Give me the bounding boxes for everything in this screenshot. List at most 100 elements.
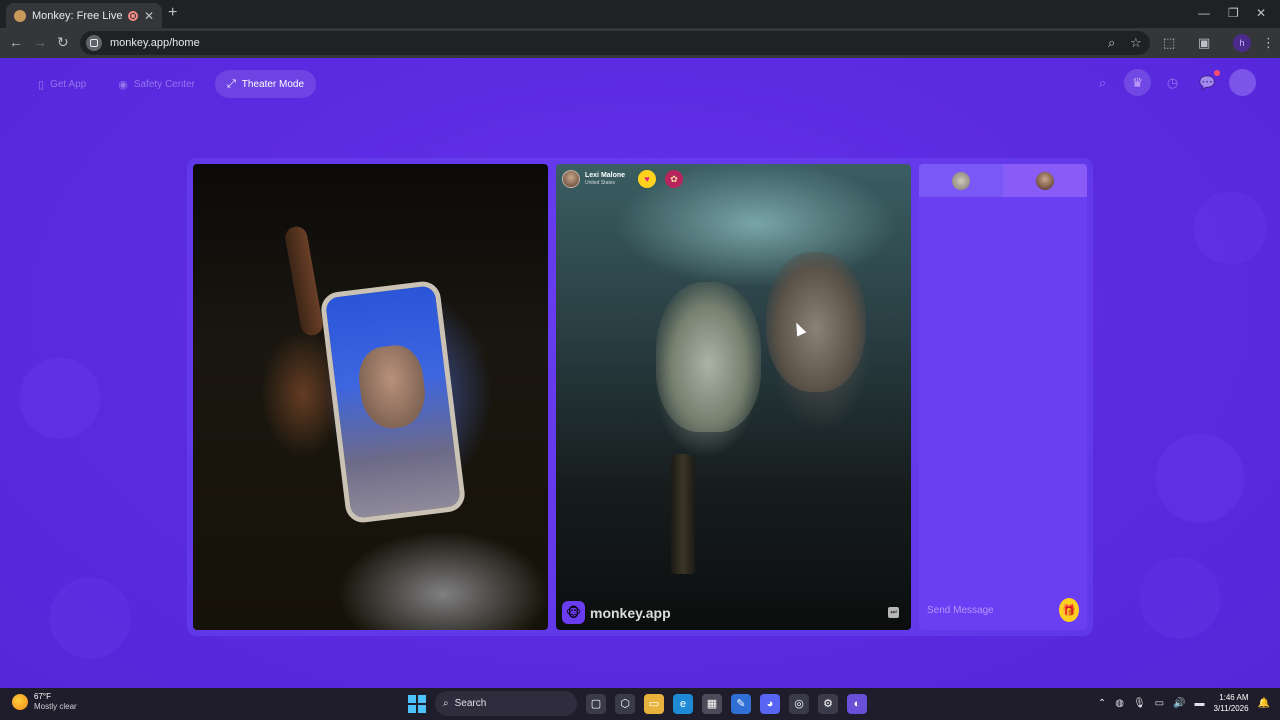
shield-icon: ◉: [118, 78, 128, 91]
phone-icon: ▯: [38, 78, 45, 91]
system-tray: ⌃ ◍ 🎙 ▭ 🔊 ▬ 1:46 AM 3/11/2026 🔔: [1098, 692, 1270, 714]
url-text: monkey.app/home: [110, 37, 200, 49]
visual-studio-icon[interactable]: ✎: [731, 693, 751, 714]
reload-icon[interactable]: ↻: [57, 34, 69, 51]
weather-icon: [12, 694, 28, 710]
local-video-phone-face: [355, 342, 429, 432]
history-icon[interactable]: ◷: [1159, 69, 1186, 96]
taskbar-search[interactable]: ⌕ Search: [435, 691, 577, 716]
clock[interactable]: 1:46 AM 3/11/2026: [1214, 692, 1249, 714]
safety-center-button[interactable]: ◉ Safety Center: [106, 70, 207, 98]
security-icon[interactable]: ◍: [1115, 698, 1124, 709]
search-icon[interactable]: ⌕: [1089, 69, 1116, 96]
chat-panel: 🎁: [919, 164, 1087, 630]
remote-user-name: Lexi Malone: [585, 171, 626, 179]
expand-icon: ⤢: [226, 77, 236, 90]
heart-icon[interactable]: ♥: [638, 170, 657, 188]
taskbar-apps: ⌕ Search ▢ ⬡ ▭ e ▦ ✎ ◕ ◎ ⚙ ◐: [408, 691, 867, 716]
tab-search-icon[interactable]: ▣: [1198, 35, 1210, 51]
chrome-icon[interactable]: ◎: [789, 693, 809, 714]
back-icon[interactable]: ←: [9, 34, 23, 50]
chevron-up-icon[interactable]: ⌃: [1098, 698, 1106, 709]
app-icon[interactable]: ◐: [847, 693, 867, 714]
skip-icon[interactable]: ⏭: [888, 607, 899, 618]
self-avatar: [952, 171, 970, 190]
site-info-icon[interactable]: [86, 35, 102, 51]
chat-icon[interactable]: 💬: [1194, 69, 1221, 96]
task-view-icon[interactable]: ▢: [586, 693, 606, 714]
local-video: [193, 164, 548, 630]
chat-input-row: 🎁: [919, 590, 1087, 630]
network-icon[interactable]: ▭: [1155, 698, 1164, 709]
browser-tabbar: Monkey: Free Live Video Ch ✕ + — ❐ ✕: [0, 0, 1280, 28]
zoom-icon[interactable]: ⌕: [1108, 35, 1115, 51]
new-tab-button[interactable]: +: [168, 4, 177, 22]
remote-video: Lexi Malone United States ♥ ✿ 🐵 monkey.a…: [556, 164, 911, 630]
minimize-icon[interactable]: —: [1198, 6, 1210, 20]
local-video-phone: [319, 279, 467, 525]
safety-center-label: Safety Center: [133, 78, 195, 90]
remote-user-country: United States: [585, 179, 616, 186]
weather-description: Mostly clear: [34, 702, 77, 711]
recording-icon: [127, 10, 138, 21]
forward-icon[interactable]: →: [33, 34, 47, 50]
chat-tab-self[interactable]: [919, 164, 1003, 197]
video-stage: Lexi Malone United States ♥ ✿ 🐵 monkey.a…: [187, 158, 1093, 636]
remote-user-info[interactable]: Lexi Malone United States ♥ ✿: [562, 170, 684, 188]
top-nav: ▯ Get App ◉ Safety Center ⤢ Theater Mode: [26, 70, 317, 98]
notifications-icon[interactable]: 🔔: [1258, 698, 1270, 709]
edge-icon[interactable]: e: [673, 693, 693, 714]
steam-icon[interactable]: ⚙: [818, 693, 838, 714]
address-bar[interactable]: monkey.app/home: [80, 31, 1150, 55]
remote-avatar: [1036, 171, 1054, 190]
watermark-text: monkey.app: [590, 604, 671, 621]
windows-start-icon[interactable]: [408, 694, 426, 713]
flower-icon[interactable]: ✿: [665, 170, 684, 188]
clock-date: 3/11/2026: [1213, 704, 1249, 713]
theater-mode-button[interactable]: ⤢ Theater Mode: [214, 70, 317, 98]
windows-taskbar: 67°F Mostly clear ⌕ Search ▢ ⬡ ▭ e ▦ ✎ ◕…: [0, 688, 1280, 720]
store-icon[interactable]: ▦: [702, 693, 722, 714]
get-app-label: Get App: [50, 78, 87, 90]
profile-avatar-icon[interactable]: h: [1233, 34, 1251, 52]
tab-close-icon[interactable]: ✕: [144, 9, 154, 23]
theater-mode-label: Theater Mode: [241, 78, 305, 90]
extensions-icon[interactable]: ⬚: [1163, 35, 1175, 51]
clock-time: 1:46 AM: [1219, 693, 1249, 702]
get-app-button[interactable]: ▯ Get App: [26, 70, 98, 98]
battery-icon[interactable]: ▬: [1195, 698, 1205, 709]
monkey-favicon-icon: [14, 9, 26, 22]
chat-tab-remote[interactable]: [1003, 164, 1087, 197]
monkey-logo-icon: 🐵: [562, 601, 585, 624]
volume-icon[interactable]: 🔊: [1173, 698, 1185, 709]
file-explorer-icon[interactable]: ▭: [644, 693, 664, 714]
remote-user-avatar[interactable]: [562, 170, 580, 188]
widgets-icon[interactable]: ⬡: [615, 693, 635, 714]
chat-tabs: [919, 164, 1087, 197]
weather-widget[interactable]: 67°F Mostly clear: [12, 692, 77, 712]
remote-video-person-left: [656, 282, 761, 432]
monkey-watermark: 🐵 monkey.app: [562, 601, 671, 624]
weather-temperature: 67°F: [34, 692, 51, 701]
bookmark-star-icon[interactable]: ☆: [1130, 35, 1142, 51]
browser-tab[interactable]: Monkey: Free Live Video Ch ✕: [6, 3, 162, 28]
notification-dot: [1214, 70, 1220, 76]
tab-title: Monkey: Free Live Video Ch: [32, 9, 122, 22]
top-right-actions: ⌕ ♛ ◷ 💬: [1089, 69, 1256, 96]
restore-icon[interactable]: ❐: [1228, 6, 1239, 20]
remote-video-bottle: [671, 454, 695, 574]
search-icon: ⌕: [443, 698, 449, 709]
user-avatar[interactable]: [1229, 69, 1256, 96]
monkey-page: ▯ Get App ◉ Safety Center ⤢ Theater Mode…: [0, 58, 1280, 688]
remote-video-person-right: [766, 252, 866, 392]
browser-menu-icon[interactable]: ⋮: [1262, 35, 1275, 51]
local-video-hand: [283, 224, 325, 338]
close-window-icon[interactable]: ✕: [1256, 6, 1266, 20]
browser-toolbar: ← → ↻ monkey.app/home ⌕ ☆ ⬚ ▣ h ⋮: [0, 28, 1280, 58]
gift-icon[interactable]: 🎁: [1059, 598, 1079, 622]
crown-icon[interactable]: ♛: [1124, 69, 1151, 96]
send-message-input[interactable]: [927, 604, 1059, 616]
microphone-icon[interactable]: 🎙: [1133, 698, 1146, 709]
discord-icon[interactable]: ◕: [760, 693, 780, 714]
taskbar-search-label: Search: [454, 698, 487, 709]
